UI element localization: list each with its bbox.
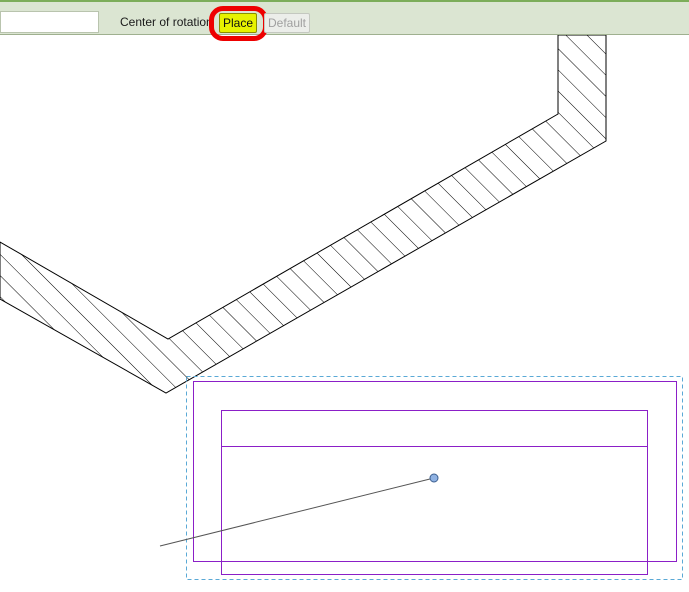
- sofa-outer: [193, 381, 677, 562]
- options-bar: Center of rotation Place Default: [0, 0, 689, 41]
- hatched-wall[interactable]: [0, 35, 607, 394]
- value-field[interactable]: [0, 11, 99, 33]
- place-button[interactable]: Place: [219, 13, 257, 33]
- rotation-center-handle[interactable]: [429, 473, 439, 483]
- center-of-rotation-label: Center of rotation: [120, 15, 213, 29]
- drawing-canvas[interactable]: [0, 35, 689, 592]
- rotation-guide-line: [159, 477, 435, 547]
- default-button: Default: [264, 13, 310, 33]
- sofa-body: [221, 410, 648, 575]
